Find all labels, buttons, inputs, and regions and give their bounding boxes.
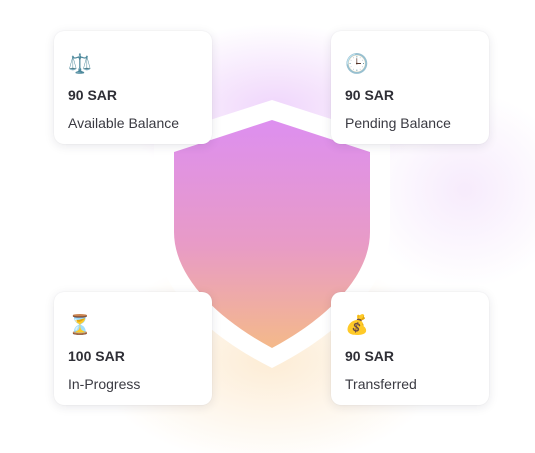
pending-balance-label: Pending Balance xyxy=(345,115,451,131)
in-progress-label: In-Progress xyxy=(68,376,141,392)
pending-balance-amount: 90 SAR xyxy=(345,87,395,103)
hourglass-icon: ⏳ xyxy=(68,314,92,336)
balance-overview: ⚖️ 90 SAR Available Balance 🕒 90 SAR Pen… xyxy=(0,0,535,453)
money-bag-icon: 💰 xyxy=(345,314,369,336)
in-progress-card: ⏳ 100 SAR In-Progress xyxy=(54,292,212,405)
available-balance-label: Available Balance xyxy=(68,115,180,131)
clock-icon: 🕒 xyxy=(345,53,369,75)
transferred-amount: 90 SAR xyxy=(345,348,395,364)
available-balance-card: ⚖️ 90 SAR Available Balance xyxy=(54,31,212,144)
available-balance-amount: 90 SAR xyxy=(68,87,118,103)
pending-balance-card: 🕒 90 SAR Pending Balance xyxy=(331,31,489,144)
transferred-card: 💰 90 SAR Transferred xyxy=(331,292,489,405)
in-progress-amount: 100 SAR xyxy=(68,348,125,364)
scales-icon: ⚖️ xyxy=(68,53,92,75)
transferred-label: Transferred xyxy=(345,376,417,392)
